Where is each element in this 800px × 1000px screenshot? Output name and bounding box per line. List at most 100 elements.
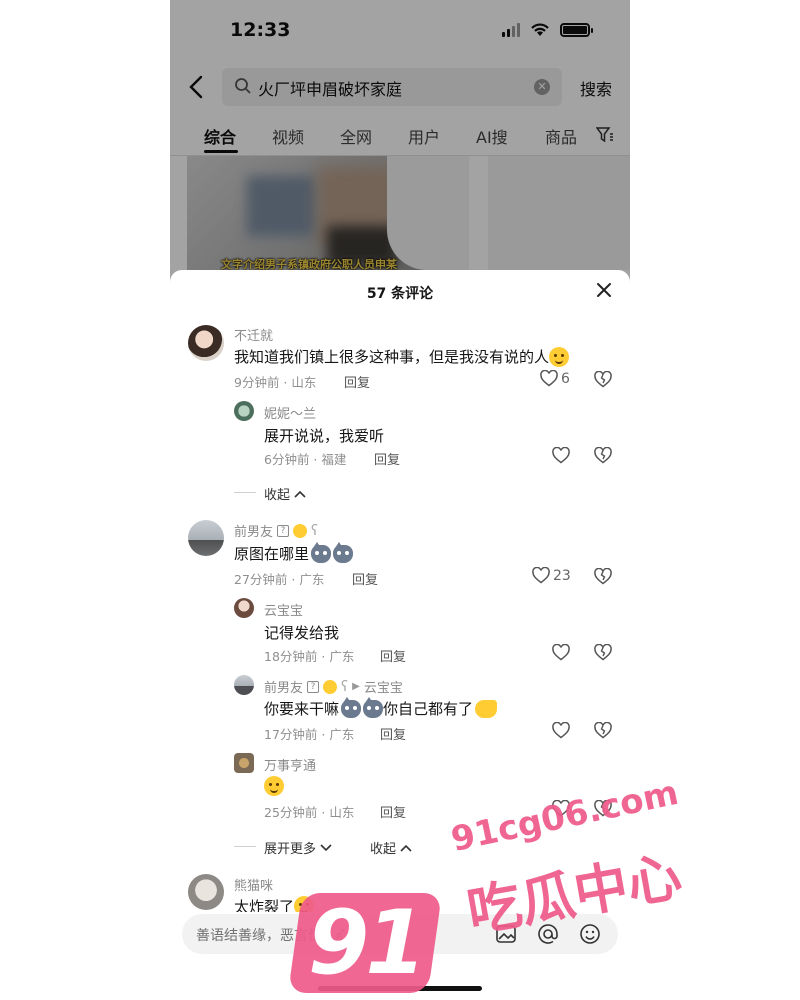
reply-arrow-icon: ▶	[352, 681, 360, 692]
chevron-left-icon	[189, 75, 203, 99]
search-query: 火厂坪申眉破坏家庭	[258, 80, 403, 99]
comment-meta: 27分钟前 · 广东	[234, 572, 325, 587]
tongue-emoji-icon	[293, 523, 308, 538]
heart-icon	[540, 370, 558, 387]
search-results-page: 12:33 火厂坪申眉破坏家庭 ✕ 搜索 综合 视频 全网 用户 AI搜 商品 …	[170, 0, 630, 300]
search-row: 火厂坪申眉破坏家庭 ✕ 搜索	[170, 68, 630, 108]
comment-text: 我知道我们镇上很多这种事，但是我没有说的人	[234, 346, 570, 367]
tab-web[interactable]: 全网	[340, 124, 372, 148]
broken-heart-icon[interactable]	[594, 722, 612, 739]
comment-text: 原图在哪里	[234, 541, 354, 564]
comment-username[interactable]: 前男友 ? ʕ	[234, 521, 319, 541]
reply-to-username[interactable]: 云宝宝	[364, 677, 403, 696]
avatar[interactable]	[188, 874, 224, 910]
reply-text-part-b: 你自己都有了	[383, 700, 474, 718]
comment-text-content: 我知道我们镇上很多这种事，但是我没有说的人	[234, 348, 550, 366]
collapse-replies-button[interactable]: 收起	[264, 484, 306, 503]
tab-users[interactable]: 用户	[408, 124, 440, 148]
broken-heart-icon[interactable]	[594, 568, 612, 585]
collapse-replies-button[interactable]: 收起	[370, 838, 412, 857]
comment-meta: 9分钟前 · 山东	[234, 375, 317, 390]
like-count: 6	[561, 370, 570, 387]
wifi-icon	[531, 23, 549, 36]
thread-divider	[234, 846, 256, 847]
reply-meta: 18分钟前 · 广东	[264, 649, 355, 664]
heart-icon[interactable]	[552, 722, 570, 739]
broken-heart-icon[interactable]	[594, 644, 612, 661]
reply-button[interactable]: 回复	[380, 724, 406, 743]
video-thumbnail-secondary[interactable]	[488, 156, 630, 270]
watermark-logo-number: 91	[308, 891, 426, 994]
status-time: 12:33	[230, 19, 291, 41]
avatar[interactable]	[234, 401, 254, 421]
comment-username[interactable]: 熊猫咪	[234, 875, 273, 894]
reply-button[interactable]: 回复	[374, 449, 400, 468]
comment-text-content: 原图在哪里	[234, 545, 310, 563]
broken-heart-icon[interactable]	[594, 371, 612, 388]
collapse-label: 收起	[370, 842, 397, 857]
reply-text-part-a: 你要来干嘛	[264, 700, 340, 718]
search-icon	[235, 78, 251, 94]
like-button[interactable]: 6	[540, 370, 570, 387]
tab-ai-search[interactable]: AI搜	[476, 124, 508, 148]
expand-replies-button[interactable]: 展开更多	[264, 838, 332, 857]
like-button[interactable]: 23	[532, 567, 571, 584]
tab-general[interactable]: 综合	[204, 124, 236, 148]
search-submit-button[interactable]: 搜索	[580, 76, 612, 100]
result-tabs: 综合 视频 全网 用户 AI搜 商品	[170, 120, 630, 156]
clear-search-button[interactable]: ✕	[534, 79, 550, 95]
reply-button[interactable]: 回复	[352, 569, 378, 588]
tab-products[interactable]: 商品	[545, 124, 577, 148]
heart-icon	[532, 567, 550, 584]
reply-username[interactable]: 前男友 ? ʕ ▶ 云宝宝	[264, 677, 403, 697]
like-count: 23	[553, 567, 571, 584]
broken-heart-icon[interactable]	[594, 447, 612, 464]
heart-icon[interactable]	[552, 447, 570, 464]
search-input[interactable]: 火厂坪申眉破坏家庭 ✕	[222, 68, 562, 106]
chevron-up-icon	[294, 490, 306, 498]
reply-username-text: 前男友	[264, 681, 304, 696]
reply-username[interactable]: 万事亨通	[264, 755, 316, 774]
heart-icon[interactable]	[552, 644, 570, 661]
filter-icon[interactable]	[596, 126, 614, 144]
chevron-up-icon	[400, 844, 412, 852]
hook-icon: ʕ	[311, 522, 319, 539]
reply-button[interactable]: 回复	[380, 646, 406, 665]
cat-emoji-icon	[333, 541, 354, 563]
video-caption: 文字介绍男子系镇政府公职人员申某	[221, 258, 397, 270]
avatar[interactable]	[188, 520, 224, 556]
comments-title: 57 条评论	[366, 286, 434, 302]
tab-video[interactable]: 视频	[272, 124, 304, 148]
reply-text: 你要来干嘛 你自己都有了	[264, 696, 498, 719]
comment-text-content: 太炸裂了	[234, 898, 295, 912]
phone-screen: 12:33 火厂坪申眉破坏家庭 ✕ 搜索 综合 视频 全网 用户 AI搜 商品 …	[170, 0, 630, 1000]
reply-meta: 25分钟前 · 山东	[264, 805, 355, 820]
tongue-emoji-icon	[323, 679, 338, 694]
status-bar: 12:33	[170, 0, 630, 58]
avatar[interactable]	[234, 598, 254, 618]
comment-username[interactable]: 不迁就	[234, 325, 273, 344]
active-tab-indicator	[204, 150, 238, 153]
video-thumbnail[interactable]: 文字介绍男子系镇政府公职人员申某	[187, 156, 469, 270]
cat-emoji-icon	[311, 541, 332, 563]
reply-button[interactable]: 回复	[344, 372, 370, 391]
reply-button[interactable]: 回复	[380, 802, 406, 821]
badge-icon: ?	[277, 524, 290, 537]
avatar[interactable]	[234, 675, 254, 695]
reply-username[interactable]: 妮妮～兰	[264, 403, 316, 422]
cat-emoji-icon	[363, 696, 384, 718]
reply-username[interactable]: 云宝宝	[264, 600, 303, 619]
hand-emoji-icon	[475, 699, 498, 718]
avatar[interactable]	[234, 753, 254, 773]
back-button[interactable]	[188, 74, 214, 104]
laughing-emoji-icon	[264, 776, 284, 796]
battery-icon	[560, 22, 593, 37]
close-icon[interactable]	[594, 280, 614, 300]
reply-text: 记得发给我	[264, 624, 340, 642]
reply-meta: 17分钟前 · 广东	[264, 727, 355, 742]
badge-icon: ?	[307, 680, 320, 693]
status-icons	[502, 22, 593, 37]
chevron-down-icon	[320, 843, 332, 851]
avatar[interactable]	[188, 325, 224, 361]
cat-emoji-icon	[341, 696, 362, 718]
